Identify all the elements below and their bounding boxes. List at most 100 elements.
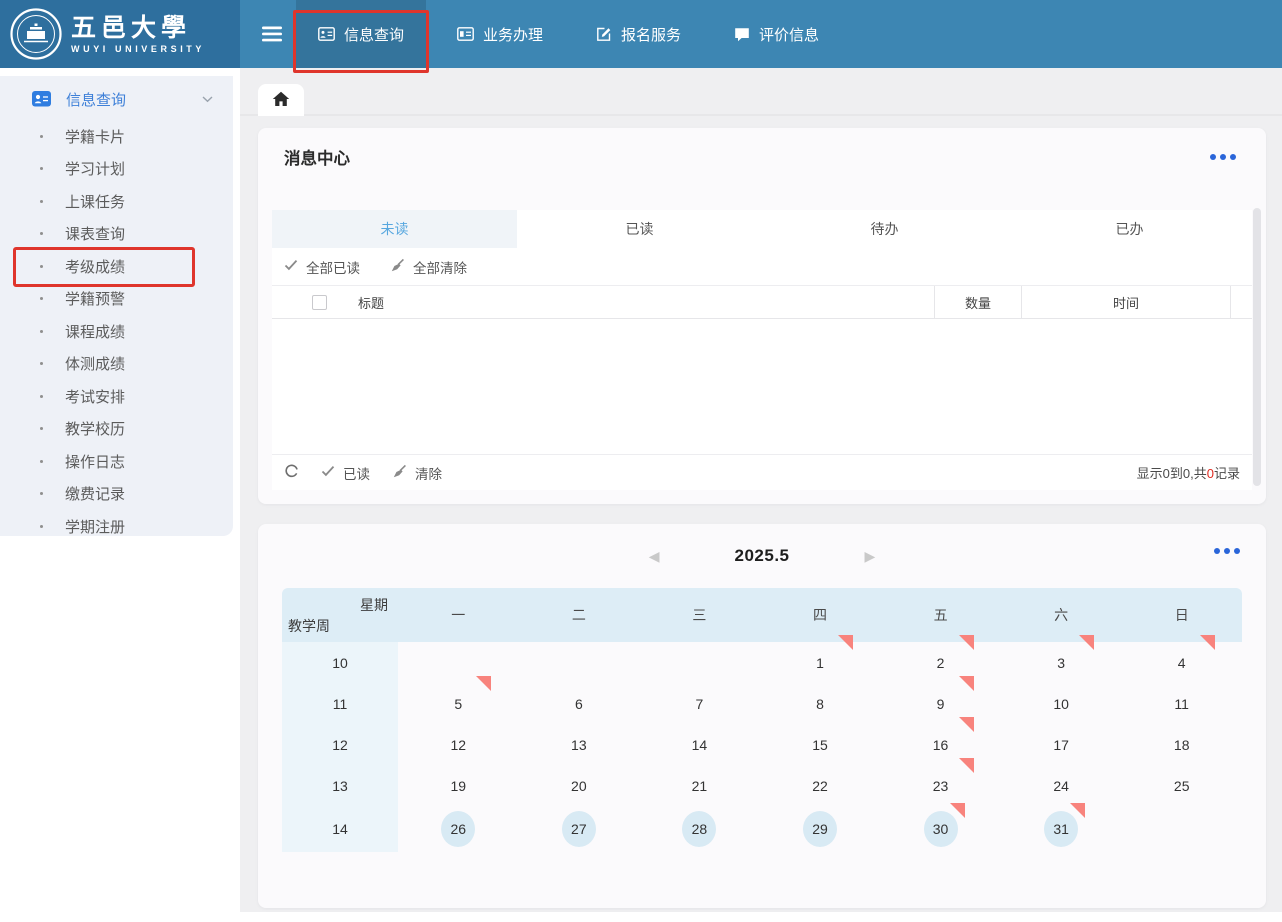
calendar-day[interactable]: 18 — [1121, 724, 1242, 765]
calendar-day[interactable]: 29 — [760, 806, 881, 852]
sidebar-item[interactable]: 教学校历 — [0, 413, 233, 446]
day-header: 二 — [519, 588, 640, 642]
calendar-day[interactable]: 6 — [519, 683, 640, 724]
clear-all-button[interactable]: 全部清除 — [390, 257, 467, 277]
record-summary: 显示0到0,共0记录 — [1137, 463, 1240, 482]
sidebar-group-info-query[interactable]: 信息查询 — [0, 84, 233, 114]
calendar-day[interactable]: 9 — [880, 683, 1001, 724]
nav-item-3[interactable]: 评价信息 — [712, 0, 841, 68]
sidebar-item[interactable]: 学籍卡片 — [0, 120, 233, 153]
sidebar-group-label: 信息查询 — [66, 89, 126, 110]
calendar-day[interactable]: 26 — [398, 806, 519, 852]
sidebar-item-label: 学期注册 — [65, 516, 125, 537]
message-center-card: 消息中心 未读已读待办已办 全部已读 — [258, 128, 1266, 504]
bullet-icon — [40, 427, 43, 430]
more-options-icon[interactable] — [1206, 150, 1240, 164]
calendar-day[interactable]: 13 — [519, 724, 640, 765]
calendar-day[interactable]: 25 — [1121, 765, 1242, 806]
business-card-icon — [457, 27, 474, 41]
home-tab[interactable] — [258, 84, 304, 116]
sidebar-item[interactable]: 缴费记录 — [0, 478, 233, 511]
scrollbar[interactable] — [1253, 208, 1261, 486]
calendar-day[interactable]: 12 — [398, 724, 519, 765]
bullet-icon — [40, 135, 43, 138]
message-toolbar: 全部已读 全部清除 — [272, 248, 1252, 286]
bullet-icon — [40, 265, 43, 268]
sidebar-item[interactable]: 课程成绩 — [0, 315, 233, 348]
sidebar-item-label: 课程成绩 — [65, 321, 125, 342]
sidebar-item[interactable]: 学期注册 — [0, 510, 233, 543]
nav-item-label: 评价信息 — [759, 24, 819, 45]
calendar-day[interactable]: 24 — [1001, 765, 1122, 806]
event-marker-icon — [959, 717, 974, 732]
calendar-day[interactable]: 28 — [639, 806, 760, 852]
mark-read-button[interactable]: 已读 — [321, 463, 370, 483]
event-marker-icon — [959, 635, 974, 650]
message-table-header: 标题 数量 时间 — [272, 286, 1252, 319]
calendar-day[interactable]: 11 — [1121, 683, 1242, 724]
hamburger-menu-icon[interactable] — [262, 26, 282, 45]
calendar-week-row: 14262728293031 — [282, 806, 1242, 852]
calendar-day[interactable]: 1 — [760, 642, 881, 683]
calendar-day[interactable]: 17 — [1001, 724, 1122, 765]
day-header: 六 — [1001, 588, 1122, 642]
event-marker-icon — [959, 758, 974, 773]
nav-item-label: 业务办理 — [483, 24, 543, 45]
select-all-checkbox[interactable] — [312, 295, 327, 310]
calendar-day[interactable]: 30 — [880, 806, 1001, 852]
calendar-day[interactable]: 3 — [1001, 642, 1122, 683]
mark-all-read-button[interactable]: 全部已读 — [284, 257, 360, 277]
sidebar-item[interactable]: 考试安排 — [0, 380, 233, 413]
calendar-day[interactable]: 5 — [398, 683, 519, 724]
calendar-week-row: 11567891011 — [282, 683, 1242, 724]
calendar-day[interactable]: 23 — [880, 765, 1001, 806]
calendar-day[interactable]: 20 — [519, 765, 640, 806]
calendar-day[interactable]: 10 — [1001, 683, 1122, 724]
university-brand[interactable]: 五邑大學 WUYI UNIVERSITY — [0, 0, 240, 68]
sidebar-item[interactable]: 学习计划 — [0, 153, 233, 186]
nav-item-label: 报名服务 — [621, 24, 681, 45]
calendar-day[interactable]: 14 — [639, 724, 760, 765]
calendar-empty-cell — [398, 642, 519, 683]
calendar-day[interactable]: 27 — [519, 806, 640, 852]
sidebar-item[interactable]: 考级成绩 — [0, 250, 233, 283]
nav-item-1[interactable]: 业务办理 — [435, 0, 565, 68]
breadcrumb-tabstrip — [240, 68, 1282, 116]
sidebar-item[interactable]: 上课任务 — [0, 185, 233, 218]
message-tab-3[interactable]: 已办 — [1007, 210, 1252, 248]
message-tab-0[interactable]: 未读 — [272, 210, 517, 248]
main-content: 消息中心 未读已读待办已办 全部已读 — [240, 68, 1282, 912]
calendar-day[interactable]: 19 — [398, 765, 519, 806]
calendar-day[interactable]: 22 — [760, 765, 881, 806]
calendar-day[interactable]: 2 — [880, 642, 1001, 683]
bullet-icon — [40, 297, 43, 300]
clear-button[interactable]: 清除 — [392, 463, 442, 483]
check-icon — [284, 259, 298, 274]
calendar-empty-cell — [1121, 806, 1242, 852]
navbar-menu: 信息查询 业务办理 报名服务 评价信息 — [296, 0, 850, 68]
calendar-day[interactable]: 8 — [760, 683, 881, 724]
calendar-day[interactable]: 21 — [639, 765, 760, 806]
bullet-icon — [40, 395, 43, 398]
message-tab-1[interactable]: 已读 — [517, 210, 762, 248]
calendar-day[interactable]: 7 — [639, 683, 760, 724]
calendar-day[interactable]: 16 — [880, 724, 1001, 765]
prev-month-icon[interactable]: ◀ — [649, 549, 660, 563]
message-tab-2[interactable]: 待办 — [762, 210, 1007, 248]
nav-item-2[interactable]: 报名服务 — [574, 0, 703, 68]
sidebar-item[interactable]: 学籍预警 — [0, 283, 233, 316]
sidebar-item[interactable]: 课表查询 — [0, 218, 233, 251]
refresh-icon[interactable] — [284, 464, 299, 482]
next-month-icon[interactable]: ▶ — [865, 549, 876, 563]
calendar-day[interactable]: 4 — [1121, 642, 1242, 683]
bullet-icon — [40, 492, 43, 495]
day-header: 一 — [398, 588, 519, 642]
sidebar-item-label: 上课任务 — [65, 191, 125, 212]
calendar-day[interactable]: 15 — [760, 724, 881, 765]
sidebar-item[interactable]: 操作日志 — [0, 445, 233, 478]
bullet-icon — [40, 167, 43, 170]
more-options-icon[interactable] — [1210, 544, 1244, 558]
sidebar-item[interactable]: 体测成绩 — [0, 348, 233, 381]
calendar-day[interactable]: 31 — [1001, 806, 1122, 852]
nav-item-0[interactable]: 信息查询 — [296, 0, 426, 68]
